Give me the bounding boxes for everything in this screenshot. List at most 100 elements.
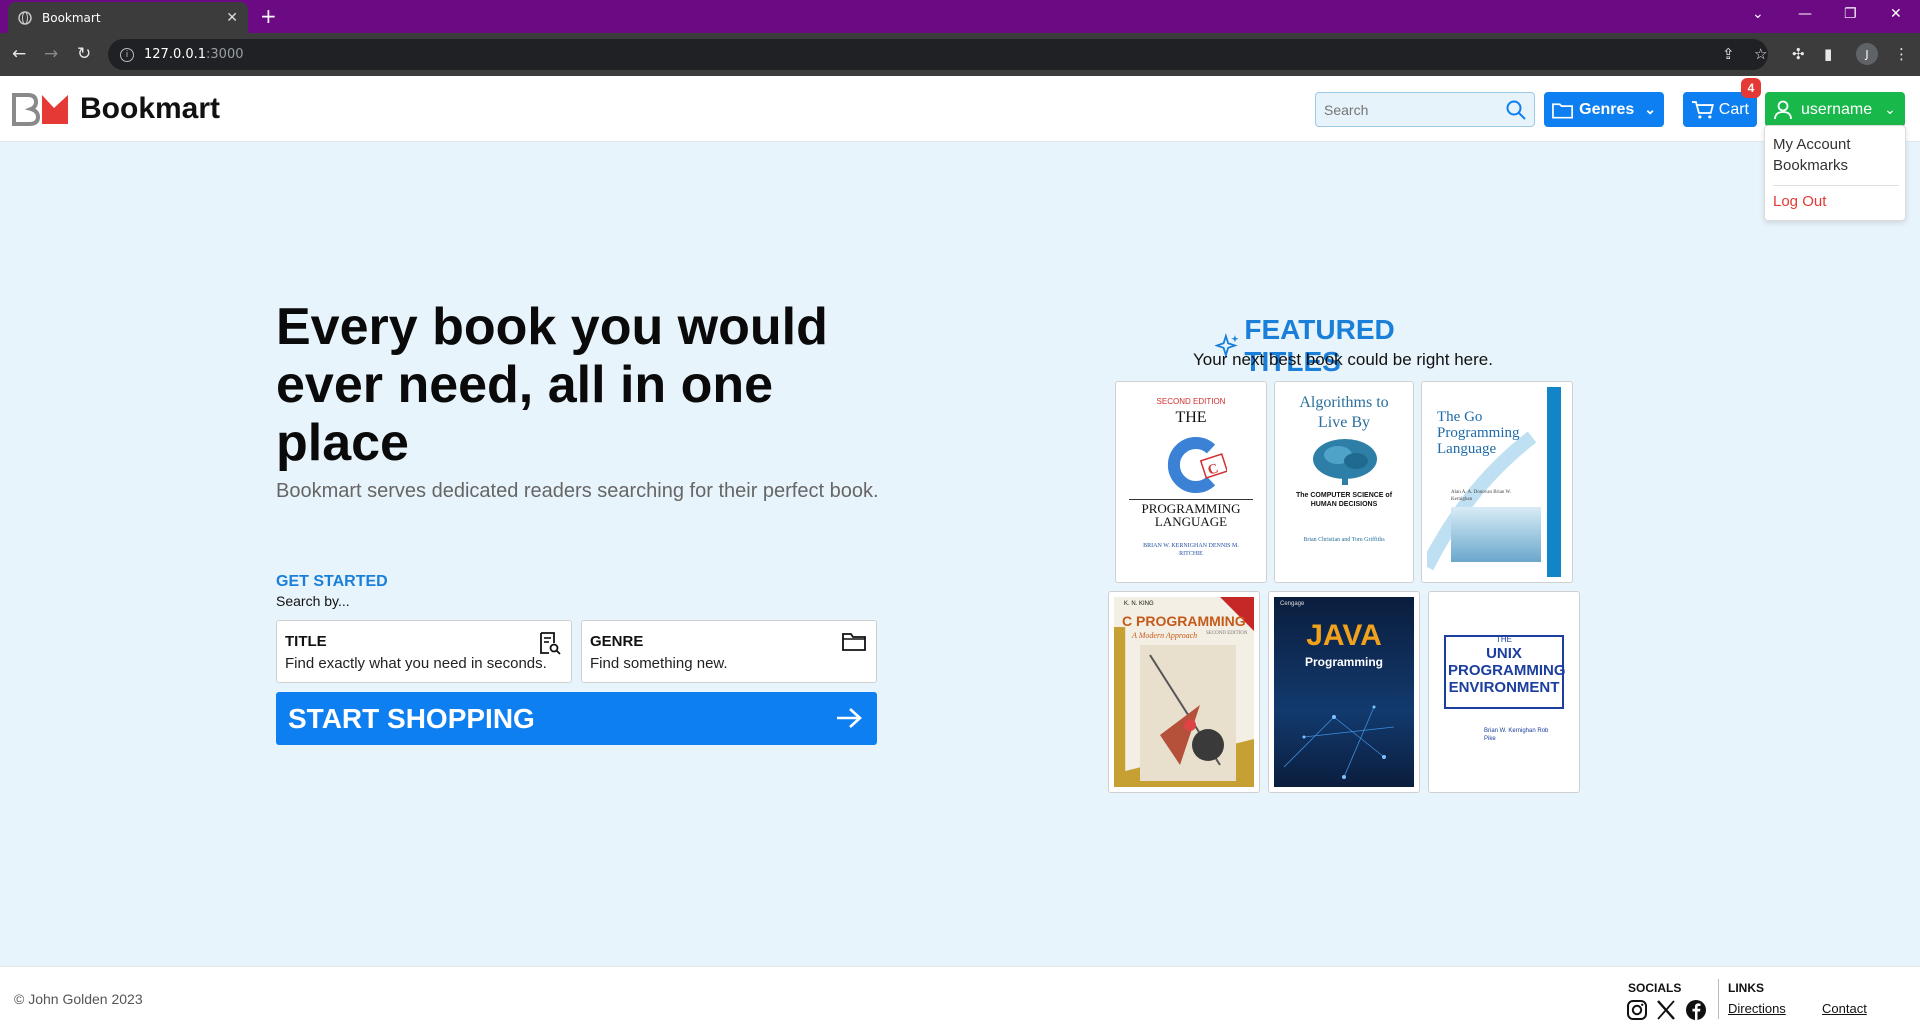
cover-title: The Go Programming Language	[1437, 409, 1520, 457]
book-cover: The Go Programming Language Alan A. A. D…	[1427, 387, 1567, 577]
instagram-icon[interactable]	[1626, 999, 1648, 1021]
bookmark-star-icon[interactable]: ☆	[1754, 45, 1767, 63]
x-twitter-icon[interactable]	[1656, 999, 1676, 1021]
side-panel-icon[interactable]: ▮	[1824, 45, 1832, 63]
tab-close-icon[interactable]: ✕	[226, 10, 238, 26]
menu-item-my-account[interactable]: My Account	[1773, 136, 1851, 153]
cover-authors: Brian W. Kernighan Rob Pike	[1484, 728, 1549, 742]
menu-dots-icon[interactable]: ⋮	[1894, 45, 1909, 63]
start-shopping-label: START SHOPPING	[288, 702, 535, 734]
cover-authors: Alan A. A. Donovan Brian W. Kernighan	[1451, 490, 1511, 502]
search-by-genre-card[interactable]: GENRE Find something new.	[581, 620, 877, 683]
directions-link[interactable]: Directions	[1728, 1001, 1786, 1016]
browser-tab[interactable]: Bookmart ✕	[8, 2, 248, 33]
brand-name: Bookmart	[80, 92, 221, 125]
book-cover: SECOND EDITION THE C PROGRAMMING LANGUAG…	[1121, 387, 1261, 577]
logo[interactable]: Bookmart	[12, 92, 220, 126]
cover-authors: Brian Christian and Tom Griffiths	[1303, 537, 1385, 543]
cover-title: PROGRAMMING LANGUAGE	[1129, 499, 1253, 528]
back-icon[interactable]: ←	[12, 44, 26, 64]
globe-icon	[18, 10, 32, 25]
book-cover: K. N. KING C PROGRAMMING A Modern Approa…	[1114, 597, 1254, 787]
socials-heading: SOCIALS	[1628, 981, 1682, 995]
menu-item-log-out[interactable]: Log Out	[1773, 193, 1826, 210]
search-by-label: Search by...	[276, 593, 350, 609]
hero-subtitle: Bookmart serves dedicated readers search…	[276, 480, 879, 502]
cover-edition: SECOND EDITION	[1156, 397, 1226, 406]
document-search-icon	[540, 632, 561, 655]
forward-icon[interactable]: →	[44, 44, 58, 64]
book-unix-programming-environment[interactable]: THE UNIX PROGRAMMING ENVIRONMENT Brian W…	[1428, 591, 1580, 793]
card-title: GENRE	[590, 633, 644, 650]
network-artwork	[1283, 705, 1395, 779]
site-header: Bookmart Genres ⌄ Cart username ⌄	[0, 76, 1920, 142]
book-c-programming-language[interactable]: SECOND EDITION THE C PROGRAMMING LANGUAG…	[1115, 381, 1267, 583]
card-description: Find something new.	[590, 655, 728, 672]
search-icon[interactable]	[1506, 100, 1526, 120]
genres-button[interactable]: Genres ⌄	[1544, 92, 1664, 127]
search-box	[1315, 92, 1535, 127]
genres-label: Genres	[1579, 100, 1635, 118]
cover-the: THE	[1496, 635, 1512, 644]
book-java-programming[interactable]: Cengage JAVA Programming	[1268, 591, 1420, 793]
cart-label: Cart	[1718, 100, 1749, 118]
browser-tab-bar: Bookmart ✕ + ⌄ — ❐ ✕	[0, 0, 1920, 33]
user-dropdown-menu: My Account Bookmarks Log Out	[1764, 125, 1906, 221]
book-algorithms-to-live-by[interactable]: Algorithms to Live By The COMPUTER SCIEN…	[1274, 381, 1414, 583]
cover-authors: BRIAN W. KERNIGHAN DENNIS M. RITCHIE	[1143, 543, 1239, 557]
book-cover: Algorithms to Live By The COMPUTER SCIEN…	[1280, 387, 1408, 577]
footer-divider	[1718, 979, 1719, 1019]
bookmart-logo-icon	[12, 93, 68, 126]
cover-title: C PROGRAMMING	[1122, 613, 1246, 629]
facebook-icon[interactable]	[1685, 999, 1707, 1021]
contact-link[interactable]: Contact	[1822, 1001, 1867, 1016]
chevron-down-icon: ⌄	[1884, 101, 1896, 117]
copyright: © John Golden 2023	[14, 991, 143, 1007]
address-bar[interactable]: i 127.0.0.1:3000	[108, 39, 1768, 70]
folder-icon	[842, 633, 866, 651]
cover-subtitle: A Modern Approach	[1132, 631, 1198, 640]
book-c-programming-modern-approach[interactable]: K. N. KING C PROGRAMMING A Modern Approa…	[1108, 591, 1260, 793]
search-input[interactable]	[1316, 93, 1534, 126]
cover-title: UNIX PROGRAMMING ENVIRONMENT	[1448, 645, 1566, 696]
arrow-right-icon	[837, 708, 862, 728]
user-icon	[1774, 100, 1792, 119]
share-icon[interactable]: ⇪	[1722, 45, 1735, 63]
cover-author: K. N. KING	[1124, 601, 1154, 607]
card-title: TITLE	[285, 633, 327, 650]
user-menu-button[interactable]: username ⌄	[1765, 92, 1905, 127]
close-window-icon[interactable]: ✕	[1890, 6, 1902, 22]
abstract-artwork	[1140, 645, 1236, 781]
menu-item-bookmarks[interactable]: Bookmarks	[1773, 157, 1848, 174]
folder-icon	[1552, 102, 1574, 119]
reload-icon[interactable]: ↻	[77, 44, 91, 64]
start-shopping-button[interactable]: START SHOPPING	[276, 692, 877, 745]
cover-edition: SECOND EDITION	[1206, 631, 1248, 636]
extensions-icon[interactable]: ✣	[1792, 45, 1805, 63]
cover-subtitle: Programming	[1304, 655, 1383, 669]
cover-publisher: Cengage	[1280, 601, 1305, 607]
tab-search-chevron-icon[interactable]: ⌄	[1752, 6, 1764, 22]
featured-subtitle: Your next best book could be right here.	[1193, 350, 1493, 369]
new-tab-icon[interactable]: +	[260, 6, 277, 26]
url-host: 127.0.0.1	[144, 47, 207, 62]
links-heading: LINKS	[1728, 981, 1764, 995]
cover-subtitle: The COMPUTER SCIENCE of HUMAN DECISIONS	[1295, 492, 1393, 508]
site-info-icon[interactable]: i	[120, 47, 134, 62]
minimize-icon[interactable]: —	[1798, 6, 1812, 22]
search-by-title-card[interactable]: TITLE Find exactly what you need in seco…	[276, 620, 572, 683]
profile-avatar[interactable]: J	[1856, 43, 1878, 65]
cover-the: THE	[1175, 409, 1207, 426]
bridge-photo	[1451, 507, 1541, 562]
book-go-programming-language[interactable]: The Go Programming Language Alan A. A. D…	[1421, 381, 1573, 583]
book-cover: THE UNIX PROGRAMMING ENVIRONMENT Brian W…	[1434, 597, 1574, 787]
browser-toolbar: ← → ↻ i 127.0.0.1:3000 ⇪ ☆ ✣ ▮ J ⋮	[0, 33, 1920, 76]
hero-title: Every book you would ever need, all in o…	[276, 298, 828, 472]
username-label: username	[1801, 100, 1873, 118]
tab-title: Bookmart	[42, 10, 101, 25]
cart-count-badge: 4	[1741, 78, 1761, 98]
book-cover: Cengage JAVA Programming	[1274, 597, 1414, 787]
brain-illustration	[1313, 439, 1377, 485]
cover-title: JAVA	[1306, 619, 1382, 652]
restore-icon[interactable]: ❐	[1844, 6, 1857, 22]
